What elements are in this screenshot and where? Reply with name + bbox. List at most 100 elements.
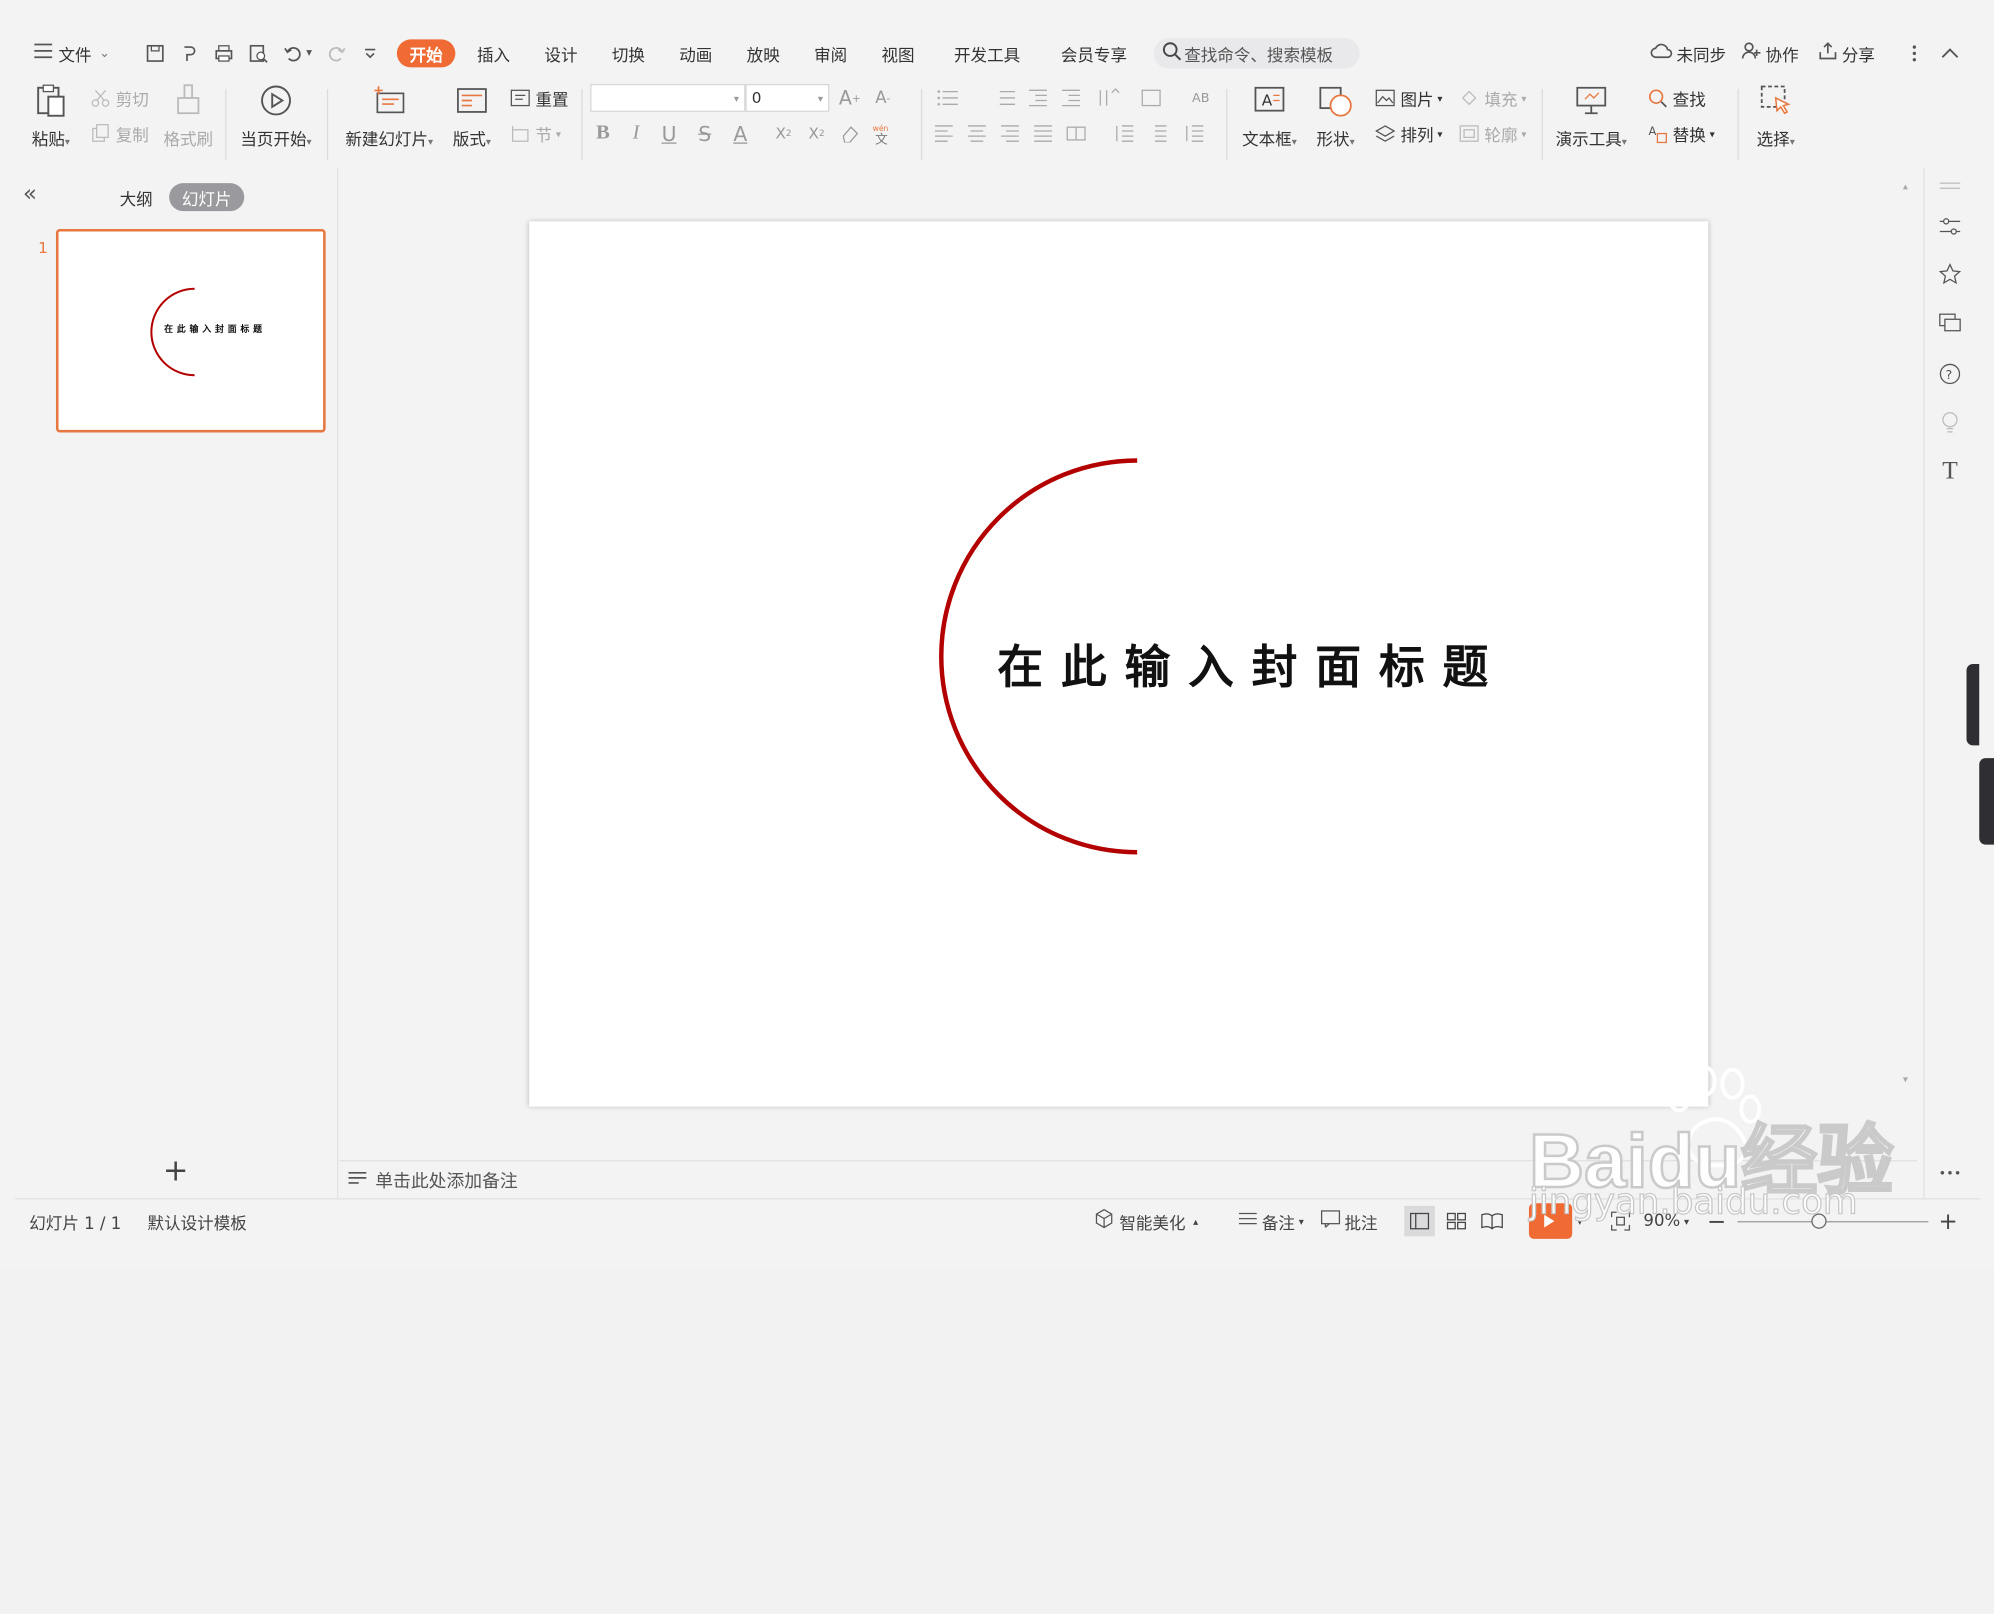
- subscript-icon[interactable]: X2: [804, 120, 829, 148]
- picture-button[interactable]: 图片 ▾: [1374, 84, 1442, 112]
- increase-indent-icon[interactable]: [1058, 84, 1083, 112]
- slide-sorter-icon[interactable]: [1441, 1206, 1472, 1237]
- tab-developer[interactable]: 开发工具: [954, 28, 1020, 79]
- arrange-button[interactable]: 排列 ▾: [1374, 120, 1442, 148]
- tab-insert[interactable]: 插入: [477, 28, 510, 79]
- strikethrough-icon[interactable]: S: [692, 120, 717, 148]
- print-preview-icon[interactable]: [244, 39, 272, 67]
- fill-button[interactable]: 填充 ▾: [1458, 84, 1526, 112]
- redo-icon[interactable]: [323, 39, 351, 67]
- play-from-current-button[interactable]: 当页开始▾: [237, 79, 316, 168]
- outline-button[interactable]: 轮廓 ▾: [1458, 120, 1526, 148]
- lightbulb-icon[interactable]: [1935, 407, 1966, 438]
- justify-icon[interactable]: [1030, 120, 1055, 148]
- zoom-in-button[interactable]: +: [1939, 1199, 1958, 1242]
- customize-toolbar-icon[interactable]: [356, 39, 384, 67]
- increase-font-icon[interactable]: A +: [837, 84, 862, 112]
- tab-start[interactable]: 开始: [396, 39, 456, 68]
- font-color-icon[interactable]: A: [728, 120, 753, 148]
- more-horizontal-icon[interactable]: [1935, 1158, 1966, 1189]
- numbering-icon[interactable]: [988, 84, 1021, 112]
- undo-dropdown-icon[interactable]: ▾: [303, 39, 316, 67]
- underline-icon[interactable]: U: [656, 120, 681, 148]
- align-text-icon[interactable]: [1135, 84, 1168, 112]
- columns-icon[interactable]: [1178, 120, 1211, 148]
- tab-transitions[interactable]: 切换: [612, 28, 645, 79]
- tab-slideshow[interactable]: 放映: [747, 28, 780, 79]
- distribute-icon[interactable]: [1063, 120, 1088, 148]
- collapse-ribbon-icon[interactable]: [1936, 39, 1964, 67]
- slide-library-icon[interactable]: [1935, 308, 1966, 339]
- paste-button[interactable]: 粘贴▾: [28, 79, 74, 168]
- section-button[interactable]: 节 ▾: [509, 120, 561, 148]
- tab-member[interactable]: 会员专享: [1061, 28, 1127, 79]
- normal-view-icon[interactable]: [1404, 1205, 1435, 1237]
- print-icon[interactable]: [210, 39, 238, 67]
- decrease-font-icon[interactable]: A-: [870, 84, 895, 112]
- align-left-icon[interactable]: [931, 120, 956, 148]
- side-widget-handle[interactable]: [1966, 663, 1980, 746]
- line-spacing-icon[interactable]: [1112, 120, 1137, 148]
- textbox-button[interactable]: A 文本框▾: [1236, 79, 1302, 168]
- font-name-select[interactable]: ▾: [590, 83, 746, 112]
- file-menu[interactable]: 文件 ⌄: [33, 28, 110, 79]
- text-direction-icon[interactable]: [1091, 84, 1124, 112]
- vertical-scrollbar[interactable]: ▴ ▾: [1902, 176, 1912, 1155]
- fit-window-button[interactable]: [1610, 1199, 1631, 1242]
- italic-icon[interactable]: I: [623, 120, 648, 148]
- paragraph-spacing-icon[interactable]: [1145, 120, 1170, 148]
- phonetic-guide-icon[interactable]: wén 文: [870, 120, 895, 148]
- help-icon[interactable]: ?: [1935, 359, 1966, 390]
- font-size-select[interactable]: 0 ▾: [745, 83, 830, 112]
- smart-beautify-button[interactable]: 智能美化 ▴: [1094, 1199, 1198, 1242]
- tab-slides[interactable]: 幻灯片: [169, 183, 245, 212]
- comments-button[interactable]: 批注: [1320, 1199, 1378, 1242]
- play-slideshow-button[interactable]: [1528, 1203, 1573, 1239]
- presentation-tools-button[interactable]: 演示工具▾: [1552, 79, 1631, 168]
- scroll-down-icon[interactable]: ▾: [1903, 1074, 1908, 1085]
- star-icon[interactable]: [1935, 259, 1966, 290]
- command-search[interactable]: 查找命令、搜索模板: [1153, 38, 1360, 69]
- collapse-panel-icon[interactable]: «: [23, 181, 37, 208]
- zoom-slider-thumb[interactable]: [1811, 1213, 1827, 1229]
- sync-button[interactable]: 未同步: [1650, 28, 1726, 79]
- bold-icon[interactable]: B: [590, 120, 615, 148]
- properties-icon[interactable]: [1935, 211, 1966, 242]
- collaborate-button[interactable]: 协作: [1741, 28, 1799, 79]
- slide-title[interactable]: 在此输入封面标题: [997, 631, 1506, 697]
- zoom-select[interactable]: 90% ▾: [1643, 1199, 1689, 1242]
- superscript-icon[interactable]: X2: [771, 120, 796, 148]
- replace-button[interactable]: A 替换 ▾: [1646, 120, 1715, 148]
- reading-view-icon[interactable]: [1477, 1206, 1508, 1237]
- scroll-up-icon[interactable]: ▴: [1903, 181, 1908, 192]
- new-slide-button[interactable]: 新建幻灯片▾: [341, 79, 438, 168]
- cut-button[interactable]: 剪切: [89, 84, 149, 112]
- tab-review[interactable]: 审阅: [814, 28, 847, 79]
- align-center-icon[interactable]: [964, 120, 989, 148]
- align-right-icon[interactable]: [997, 120, 1022, 148]
- clear-format-icon[interactable]: [837, 120, 862, 148]
- save-icon[interactable]: [141, 39, 169, 67]
- layout-button[interactable]: 版式▾: [448, 79, 496, 168]
- tab-view[interactable]: 视图: [881, 28, 914, 79]
- zoom-out-button[interactable]: −: [1707, 1199, 1726, 1242]
- notes-pane[interactable]: 单击此处添加备注: [339, 1160, 1917, 1198]
- side-widget-handle[interactable]: [1979, 758, 1994, 845]
- slide[interactable]: 在此输入封面标题: [529, 221, 1709, 1107]
- notes-toggle-button[interactable]: 备注 ▾: [1238, 1199, 1304, 1242]
- share-button[interactable]: 分享: [1818, 28, 1875, 79]
- export-pdf-icon[interactable]: [176, 39, 204, 67]
- play-dropdown-icon[interactable]: ▾: [1577, 1199, 1582, 1242]
- shape-button[interactable]: 形状▾: [1310, 79, 1361, 168]
- tab-outline[interactable]: 大纲: [120, 186, 153, 210]
- reset-button[interactable]: 重置: [509, 84, 569, 112]
- template-name[interactable]: 默认设计模板: [148, 1199, 247, 1242]
- copy-button[interactable]: 复制: [89, 120, 149, 148]
- slide-thumbnail[interactable]: 在此输入封面标题: [55, 228, 326, 433]
- format-painter-button[interactable]: 格式刷: [160, 79, 216, 168]
- tab-design[interactable]: 设计: [544, 28, 577, 79]
- text-icon[interactable]: T: [1935, 455, 1966, 486]
- more-vertical-icon[interactable]: [1900, 39, 1928, 67]
- bullets-icon[interactable]: [931, 84, 964, 112]
- decrease-indent-icon[interactable]: [1025, 84, 1050, 112]
